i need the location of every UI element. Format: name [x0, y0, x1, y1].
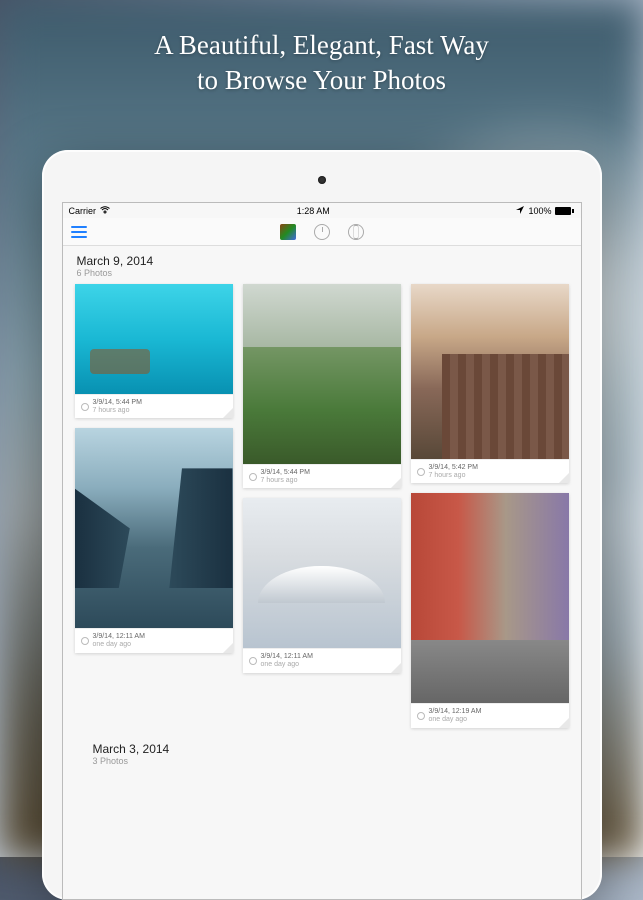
- section-count: 3 Photos: [93, 756, 569, 766]
- section-date: March 3, 2014: [93, 742, 569, 756]
- ipad-frame: Carrier 1:28 AM 100%: [42, 150, 602, 900]
- menu-button[interactable]: [71, 226, 87, 238]
- clock-icon: [249, 473, 257, 481]
- edit-corner-icon[interactable]: [559, 718, 569, 728]
- section-header: March 3, 2014 3 Photos: [75, 742, 569, 766]
- edit-corner-icon[interactable]: [559, 473, 569, 483]
- photo-timestamp: 3/9/14, 12:19 AM: [429, 708, 563, 716]
- photo-meta: 3/9/14, 12:11 AM one day ago: [243, 648, 401, 672]
- camera-dot: [318, 176, 326, 184]
- photo-meta: 3/9/14, 12:19 AM one day ago: [411, 703, 569, 727]
- clock-time: 1:28 AM: [297, 206, 330, 216]
- photo-ago: 7 hours ago: [429, 472, 563, 480]
- photo-timestamp: 3/9/14, 12:11 AM: [261, 653, 395, 661]
- section-header: March 9, 2014 6 Photos: [75, 254, 569, 278]
- clock-icon: [81, 637, 89, 645]
- battery-percent: 100%: [528, 206, 551, 216]
- status-bar: Carrier 1:28 AM 100%: [63, 203, 581, 218]
- marketing-headline: A Beautiful, Elegant, Fast Way to Browse…: [0, 0, 643, 98]
- headline-line2: to Browse Your Photos: [0, 63, 643, 98]
- tab-photos[interactable]: [280, 224, 296, 240]
- wifi-icon: [100, 206, 110, 216]
- tab-recent[interactable]: [314, 224, 330, 240]
- section-date: March 9, 2014: [77, 254, 569, 268]
- photo-thumbnail: [243, 498, 401, 648]
- photo-ago: one day ago: [429, 716, 563, 724]
- photo-timestamp: 3/9/14, 5:42 PM: [429, 464, 563, 472]
- photo-ago: one day ago: [93, 641, 227, 649]
- photo-card[interactable]: 3/9/14, 5:42 PM 7 hours ago: [411, 284, 569, 483]
- app-screen: Carrier 1:28 AM 100%: [62, 202, 582, 900]
- photo-ago: 7 hours ago: [93, 407, 227, 415]
- photo-thumbnail: [243, 284, 401, 464]
- photo-meta: 3/9/14, 5:44 PM 7 hours ago: [75, 394, 233, 418]
- photo-card[interactable]: 3/9/14, 5:44 PM 7 hours ago: [75, 284, 233, 418]
- nav-tabs: [280, 224, 364, 240]
- tab-places[interactable]: [348, 224, 364, 240]
- headline-line1: A Beautiful, Elegant, Fast Way: [0, 28, 643, 63]
- clock-icon: [81, 403, 89, 411]
- photo-ago: 7 hours ago: [261, 477, 395, 485]
- photo-ago: one day ago: [261, 661, 395, 669]
- edit-corner-icon[interactable]: [223, 643, 233, 653]
- photo-meta: 3/9/14, 5:44 PM 7 hours ago: [243, 464, 401, 488]
- section-count: 6 Photos: [77, 268, 569, 278]
- photo-thumbnail: [411, 493, 569, 703]
- clock-icon: [417, 468, 425, 476]
- battery-icon: [555, 207, 574, 215]
- photo-meta: 3/9/14, 12:11 AM one day ago: [75, 628, 233, 652]
- photo-meta: 3/9/14, 5:42 PM 7 hours ago: [411, 459, 569, 483]
- carrier-label: Carrier: [69, 206, 97, 216]
- clock-icon: [417, 712, 425, 720]
- photo-card[interactable]: 3/9/14, 12:11 AM one day ago: [243, 498, 401, 672]
- content-scroll[interactable]: March 9, 2014 6 Photos 3/9/14, 5:44 PM 7…: [63, 246, 581, 899]
- photo-timestamp: 3/9/14, 5:44 PM: [93, 399, 227, 407]
- location-icon: [516, 206, 524, 216]
- photo-thumbnail: [75, 284, 233, 394]
- edit-corner-icon[interactable]: [223, 408, 233, 418]
- clock-icon: [249, 657, 257, 665]
- edit-corner-icon[interactable]: [391, 663, 401, 673]
- photo-card[interactable]: 3/9/14, 12:19 AM one day ago: [411, 493, 569, 727]
- nav-bar: [63, 218, 581, 246]
- photo-thumbnail: [75, 428, 233, 628]
- photo-grid: 3/9/14, 5:44 PM 7 hours ago 3/9/14, 12:1…: [75, 284, 569, 728]
- photo-timestamp: 3/9/14, 5:44 PM: [261, 469, 395, 477]
- photo-thumbnail: [411, 284, 569, 459]
- photo-timestamp: 3/9/14, 12:11 AM: [93, 633, 227, 641]
- edit-corner-icon[interactable]: [391, 478, 401, 488]
- photo-card[interactable]: 3/9/14, 5:44 PM 7 hours ago: [243, 284, 401, 488]
- photo-card[interactable]: 3/9/14, 12:11 AM one day ago: [75, 428, 233, 652]
